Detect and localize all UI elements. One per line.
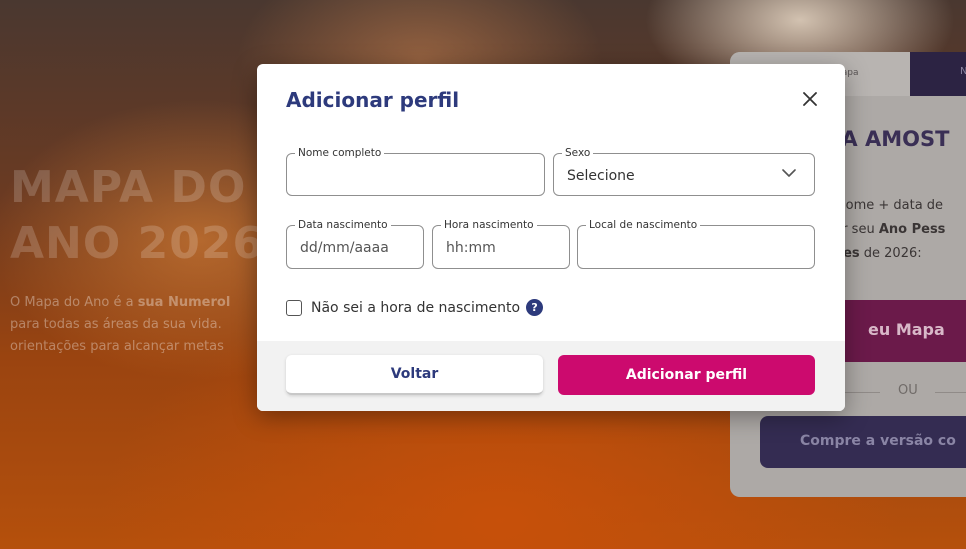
birth-time-field[interactable]: Hora nascimento hh:mm	[432, 218, 570, 269]
unknown-birth-time-checkbox[interactable]	[286, 299, 302, 316]
birth-date-placeholder: dd/mm/aaaa	[300, 240, 389, 256]
unknown-birth-time-row: Não sei a hora de nascimento ?	[286, 299, 544, 316]
birth-place-label: Local de nascimento	[586, 218, 701, 232]
birth-time-label: Hora nascimento	[441, 218, 537, 232]
help-icon[interactable]: ?	[526, 299, 544, 316]
back-button[interactable]: Voltar	[286, 355, 543, 395]
add-profile-button[interactable]: Adicionar perfil	[558, 355, 815, 395]
dialog-footer: Voltar Adicionar perfil	[257, 341, 845, 411]
sex-select[interactable]: Sexo Selecione	[553, 146, 815, 196]
birth-place-field[interactable]: Local de nascimento	[577, 218, 815, 269]
sex-label: Sexo	[562, 146, 594, 160]
sex-selected-value: Selecione	[567, 168, 635, 184]
add-profile-dialog: Adicionar perfil Nome completo Sexo Sele…	[257, 64, 845, 411]
full-name-field[interactable]: Nome completo	[286, 146, 545, 196]
close-button[interactable]	[795, 84, 825, 114]
close-icon	[803, 92, 817, 106]
dialog-title: Adicionar perfil	[286, 88, 460, 112]
birth-date-label: Data nascimento	[295, 218, 391, 232]
chevron-down-icon	[782, 169, 796, 177]
unknown-birth-time-label[interactable]: Não sei a hora de nascimento	[311, 300, 520, 316]
birth-time-placeholder: hh:mm	[446, 240, 496, 256]
full-name-label: Nome completo	[295, 146, 385, 160]
birth-date-field[interactable]: Data nascimento dd/mm/aaaa	[286, 218, 424, 269]
